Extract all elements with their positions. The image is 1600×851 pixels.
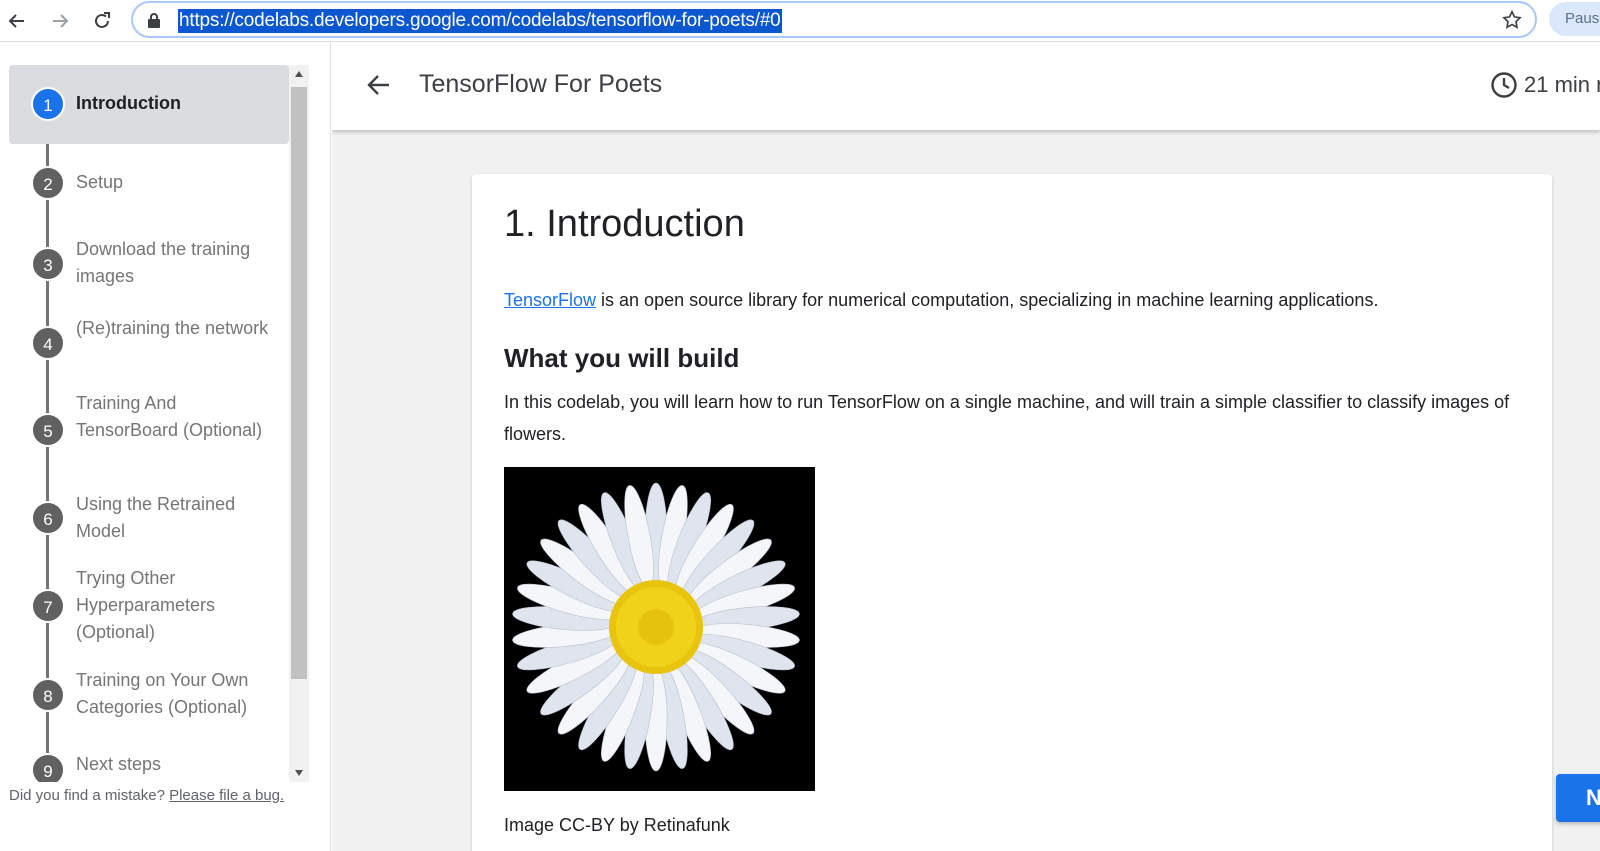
step-download-training-images[interactable]: 3 Download the training images	[9, 223, 289, 301]
page-title: TensorFlow For Poets	[419, 70, 663, 98]
step-label: Training on Your Own Categories (Optiona…	[76, 670, 249, 717]
step-label: Using the Retrained Model	[76, 494, 236, 541]
step-next-steps[interactable]: 9 Next steps	[9, 739, 289, 782]
image-caption: Image CC-BY by Retinafunk	[504, 815, 730, 835]
step-label: Next steps	[76, 754, 162, 774]
step-number: 9	[31, 753, 65, 782]
scroll-up-arrow-icon[interactable]	[289, 65, 309, 83]
time-remaining: 21 min r	[1490, 71, 1600, 99]
scroll-thumb[interactable]	[291, 87, 307, 679]
star-icon[interactable]	[1501, 9, 1523, 36]
step-content-card: 1. Introduction TensorFlow is an open so…	[472, 174, 1552, 851]
codelab-header: TensorFlow For Poets 21 min r	[332, 43, 1600, 130]
step-label: Training And TensorBoard (Optional)	[76, 393, 263, 440]
step-using-retrained-model[interactable]: 6 Using the Retrained Model	[9, 482, 289, 558]
what-you-will-build-heading: What you will build	[504, 343, 740, 373]
file-bug-link[interactable]: Please file a bug.	[169, 787, 284, 804]
build-paragraph: In this codelab, you will learn how to r…	[504, 392, 1510, 444]
browser-toolbar: https://codelabs.developers.google.com/c…	[0, 0, 1600, 42]
clock-icon	[1491, 72, 1517, 98]
steps-list: 1 Introduction 2 Setup 3 Download the tr…	[9, 65, 289, 782]
back-icon[interactable]	[1, 5, 33, 37]
steps-sidebar: 1 Introduction 2 Setup 3 Download the tr…	[0, 43, 331, 851]
step-number: 8	[31, 678, 65, 712]
step-setup[interactable]: 2 Setup	[9, 145, 289, 222]
step-introduction[interactable]: 1 Introduction	[9, 65, 289, 144]
reload-icon[interactable]	[86, 5, 118, 37]
url-text[interactable]: https://codelabs.developers.google.com/c…	[178, 9, 782, 33]
step-number: 1	[31, 87, 65, 121]
bug-text: Did you find a mistake?	[9, 787, 165, 804]
time-label: 21 min r	[1524, 72, 1600, 97]
sidebar-scrollbar[interactable]	[289, 65, 309, 782]
step-label: (Re)training the network	[76, 318, 269, 338]
step-number: 3	[31, 247, 65, 281]
scroll-down-arrow-icon[interactable]	[289, 764, 309, 782]
address-bar[interactable]: https://codelabs.developers.google.com/c…	[131, 1, 1537, 38]
daisy-flower-image	[504, 467, 815, 791]
step-label: Setup	[76, 172, 124, 192]
back-arrow-icon[interactable]	[366, 72, 392, 103]
step-label: Trying Other Hyperparameters (Optional)	[76, 568, 216, 642]
lock-icon	[147, 12, 161, 33]
step-number: 6	[31, 501, 65, 535]
step-number: 2	[31, 166, 65, 200]
step-number: 7	[31, 589, 65, 623]
intro-paragraph: TensorFlow is an open source library for…	[504, 284, 1520, 316]
step-training-tensorboard[interactable]: 5 Training And TensorBoard (Optional)	[9, 381, 289, 481]
profile-button[interactable]: Pause	[1549, 2, 1600, 36]
step-retraining-network[interactable]: 4 (Re)training the network	[9, 302, 289, 380]
next-button[interactable]: N	[1556, 774, 1600, 822]
tensorflow-link[interactable]: TensorFlow	[504, 290, 596, 310]
forward-icon[interactable]	[44, 5, 76, 37]
step-label: Download the training images	[76, 239, 251, 286]
step-number: 5	[31, 413, 65, 447]
intro-text: is an open source library for numerical …	[596, 290, 1379, 310]
bug-report: Did you find a mistake? Please file a bu…	[9, 787, 284, 804]
step-own-categories[interactable]: 8 Training on Your Own Categories (Optio…	[9, 658, 289, 738]
step-trying-hyperparameters[interactable]: 7 Trying Other Hyperparameters (Optional…	[9, 559, 289, 657]
step-heading: 1. Introduction	[504, 203, 745, 245]
step-number: 4	[31, 326, 65, 360]
main-content: TensorFlow For Poets 21 min r 1. Introdu…	[332, 43, 1600, 851]
step-label: Introduction	[76, 93, 181, 113]
